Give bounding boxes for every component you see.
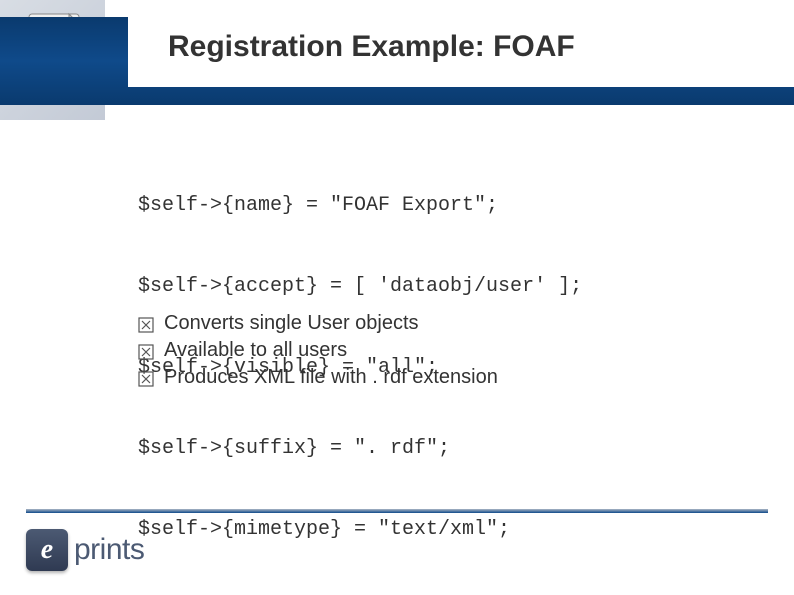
footer-logo: e prints — [26, 529, 144, 571]
bullet-list: Converts single User objects Available t… — [138, 312, 498, 393]
code-line: $self->{accept} = [ 'dataobj/user' ]; — [138, 273, 582, 300]
list-item: Produces XML file with . rdf extension — [138, 366, 498, 389]
footer-divider — [26, 509, 768, 513]
code-line: $self->{suffix} = ". rdf"; — [138, 435, 582, 462]
bullet-text: Produces XML file with . rdf extension — [164, 366, 498, 389]
code-line: $self->{name} = "FOAF Export"; — [138, 192, 582, 219]
slide-title: Registration Example: FOAF — [168, 30, 575, 64]
list-item: Available to all users — [138, 339, 498, 362]
x-box-icon — [138, 316, 154, 332]
code-line: $self->{mimetype} = "text/xml"; — [138, 516, 582, 543]
bullet-text: Available to all users — [164, 339, 347, 362]
logo-mark: e — [26, 529, 68, 571]
x-box-icon — [138, 343, 154, 359]
list-item: Converts single User objects — [138, 312, 498, 335]
bullet-text: Converts single User objects — [164, 312, 419, 335]
x-box-icon — [138, 370, 154, 386]
logo-text: prints — [74, 533, 144, 567]
